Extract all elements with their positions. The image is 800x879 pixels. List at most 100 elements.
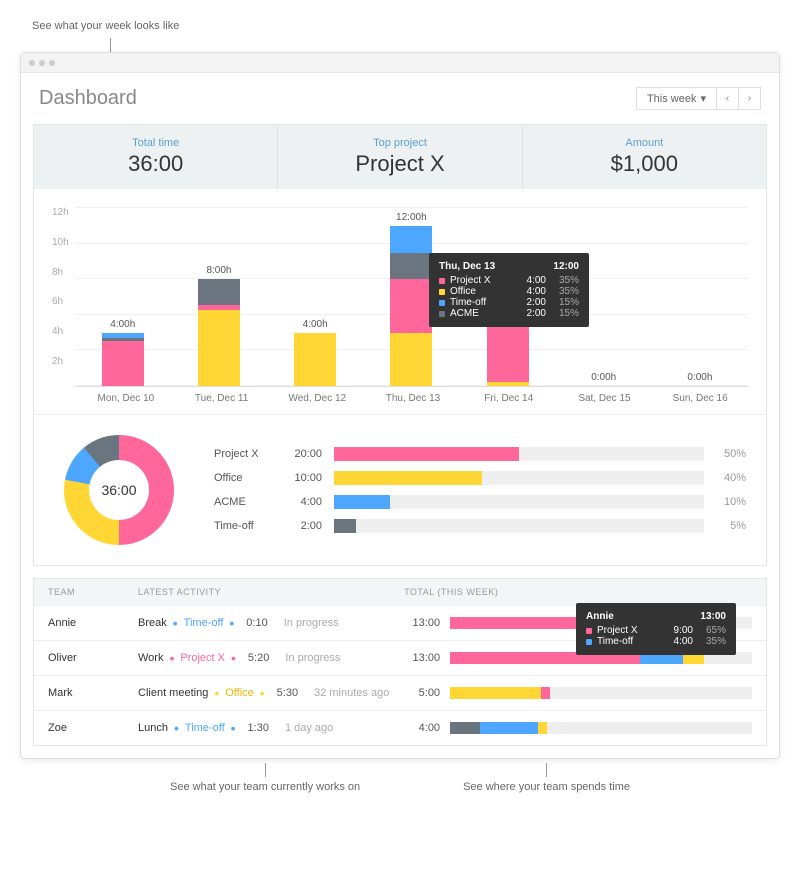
swatch-icon xyxy=(586,639,592,645)
project-bar xyxy=(334,447,704,461)
member-name: Oliver xyxy=(48,652,138,664)
project-row[interactable]: ACME 4:00 10% xyxy=(214,495,746,509)
bar-segment xyxy=(487,382,529,386)
tooltip-title: Thu, Dec 13 xyxy=(439,261,495,272)
x-tick: Sun, Dec 16 xyxy=(652,393,748,404)
x-tick: Mon, Dec 10 xyxy=(78,393,174,404)
bar-segment xyxy=(390,253,432,280)
annotation-top: See what your week looks like xyxy=(32,20,780,32)
dot-icon: • xyxy=(229,616,234,630)
bar-segment xyxy=(390,226,432,253)
window-titlebar xyxy=(21,53,779,73)
annotation-bottom-right: See where your team spends time xyxy=(463,763,630,793)
member-total: 5:00 xyxy=(404,687,752,699)
col-activity: LATEST ACTIVITY xyxy=(138,587,404,597)
team-bar-segment xyxy=(538,722,547,734)
bar-label: 4:00h xyxy=(110,319,135,330)
project-pct: 50% xyxy=(716,448,746,460)
project-row[interactable]: Time-off 2:00 5% xyxy=(214,519,746,533)
swatch-icon xyxy=(439,289,445,295)
y-axis: 12h10h8h6h4h2h xyxy=(52,207,75,387)
project-pct: 40% xyxy=(716,472,746,484)
weekly-chart: 12h10h8h6h4h2h 4:00h8:00h4:00h12:00h0:00… xyxy=(34,189,766,414)
swatch-icon xyxy=(439,300,445,306)
member-bar xyxy=(450,722,752,734)
project-bar xyxy=(334,495,704,509)
project-row[interactable]: Office 10:00 40% xyxy=(214,471,746,485)
x-tick: Fri, Dec 14 xyxy=(461,393,557,404)
bar-label: 0:00h xyxy=(687,372,712,383)
bar-column[interactable]: 0:00h xyxy=(652,207,748,386)
app-window: Dashboard This week ▾ ‹ › Total time 36:0… xyxy=(20,52,780,759)
traffic-light-icon xyxy=(39,60,45,66)
member-activity: Lunch • Time-off • 1:30 1 day ago xyxy=(138,721,404,735)
bar-segment xyxy=(390,333,432,386)
project-name: Project X xyxy=(214,448,274,460)
project-time: 10:00 xyxy=(286,472,322,484)
prev-period-button[interactable]: ‹ xyxy=(717,87,739,110)
page-title: Dashboard xyxy=(39,87,137,110)
project-name: ACME xyxy=(214,496,274,508)
summary-tile: Total time 36:00 xyxy=(34,125,278,189)
dot-icon: • xyxy=(231,651,236,665)
donut-center: 36:00 xyxy=(89,460,149,520)
project-dot-icon: • xyxy=(214,686,219,700)
summary-value: $1,000 xyxy=(523,151,766,177)
annotation-bottom-left: See what your team currently works on xyxy=(170,763,360,793)
period-label: This week xyxy=(647,93,697,105)
summary-tile: Top projectProject X xyxy=(278,125,522,189)
bar-column[interactable]: 8:00h xyxy=(171,207,267,386)
project-dot-icon: • xyxy=(169,651,174,665)
swatch-icon xyxy=(439,278,445,284)
y-tick: 6h xyxy=(52,296,69,307)
project-time: 20:00 xyxy=(286,448,322,460)
tooltip-title: Annie xyxy=(586,611,614,622)
project-time: 4:00 xyxy=(286,496,322,508)
next-period-button[interactable]: › xyxy=(739,87,761,110)
project-row[interactable]: Project X 20:00 50% xyxy=(214,447,746,461)
traffic-light-icon xyxy=(29,60,35,66)
bar-segment xyxy=(198,279,240,304)
tooltip-total: 13:00 xyxy=(700,611,726,622)
bar-label: 4:00h xyxy=(303,319,328,330)
project-pct: 5% xyxy=(716,520,746,532)
y-tick: 12h xyxy=(52,207,69,218)
member-activity: Client meeting • Office • 5:30 32 minute… xyxy=(138,686,404,700)
summary-label: Amount xyxy=(523,137,766,149)
bar-column[interactable]: 4:00h xyxy=(267,207,363,386)
bar-segment xyxy=(198,310,240,386)
team-tooltip: Annie 13:00 Project X9:0065%Time-off4:00… xyxy=(576,603,736,655)
col-team: TEAM xyxy=(48,587,138,597)
project-pct: 10% xyxy=(716,496,746,508)
bar-segment xyxy=(294,333,336,386)
chart-tooltip: Thu, Dec 13 12:00 Project X4:0035%Office… xyxy=(429,253,589,327)
summary-value: 36:00 xyxy=(34,151,277,177)
bar-column[interactable]: 4:00h xyxy=(75,207,171,386)
tooltip-row: Project X9:0065% xyxy=(586,625,726,636)
chevron-down-icon: ▾ xyxy=(700,92,706,105)
project-breakdown: 36:00 Project X 20:00 50% Office 10:00 40… xyxy=(34,414,766,565)
dot-icon: • xyxy=(231,721,236,735)
page-header: Dashboard This week ▾ ‹ › xyxy=(21,73,779,124)
tooltip-row: Time-off4:0035% xyxy=(586,636,726,647)
bar-stack xyxy=(390,226,432,386)
tooltip-row: Project X4:0035% xyxy=(439,275,579,286)
traffic-light-icon xyxy=(49,60,55,66)
x-tick: Wed, Dec 12 xyxy=(269,393,365,404)
tooltip-row: Time-off2:0015% xyxy=(439,297,579,308)
annotation-connector xyxy=(110,38,111,52)
period-dropdown[interactable]: This week ▾ xyxy=(636,87,717,110)
x-tick: Sat, Dec 15 xyxy=(557,393,653,404)
project-dot-icon: • xyxy=(174,721,179,735)
bar-stack xyxy=(102,333,144,386)
y-tick: 4h xyxy=(52,326,69,337)
team-row[interactable]: Zoe Lunch • Time-off • 1:30 1 day ago 4:… xyxy=(34,710,766,745)
team-card: TEAM LATEST ACTIVITY TOTAL (THIS WEEK) A… xyxy=(33,578,767,746)
summary-label: Total time xyxy=(34,137,277,149)
y-tick: 2h xyxy=(52,356,69,367)
x-tick: Thu, Dec 13 xyxy=(365,393,461,404)
project-name: Time-off xyxy=(214,520,274,532)
project-bar xyxy=(334,519,704,533)
team-row[interactable]: Mark Client meeting • Office • 5:30 32 m… xyxy=(34,675,766,710)
x-tick: Tue, Dec 11 xyxy=(174,393,270,404)
